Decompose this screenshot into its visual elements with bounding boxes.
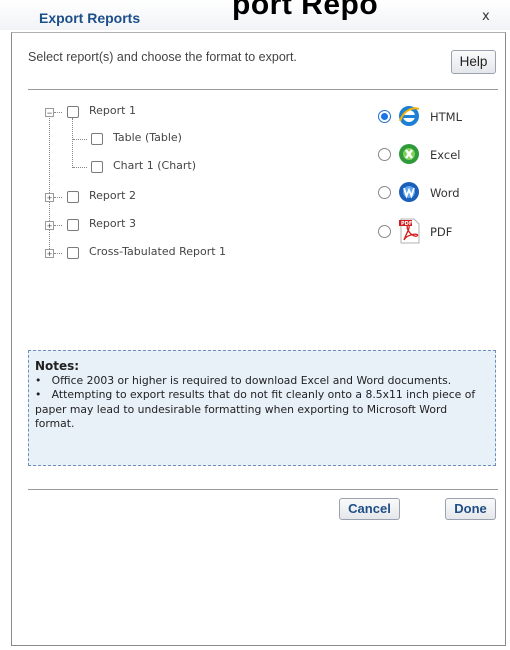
notes-box: Notes: • Office 2003 or higher is requir…	[28, 350, 496, 466]
tree-connector	[73, 167, 87, 168]
notes-item: • Attempting to export results that do n…	[35, 388, 489, 432]
tree-label-cross-tabulated-report-1[interactable]: Cross-Tabulated Report 1	[89, 245, 226, 258]
checkbox-report-2[interactable]	[67, 191, 79, 203]
tree-label-report-2[interactable]: Report 2	[89, 189, 136, 202]
notes-title: Notes:	[35, 359, 80, 373]
tree-connector	[73, 139, 87, 140]
checkbox-report-3[interactable]	[67, 219, 79, 231]
dialog-body	[11, 32, 506, 646]
collapse-icon[interactable]: −	[45, 108, 54, 118]
notes-item-text: Attempting to export results that do not…	[35, 388, 476, 430]
dialog-title: Export Reports	[39, 10, 141, 26]
tree-connector	[49, 118, 50, 253]
tree-connector	[54, 253, 62, 254]
internet-explorer-icon	[399, 106, 420, 126]
format-label-word[interactable]: Word	[430, 186, 460, 200]
format-label-html[interactable]: HTML	[430, 110, 462, 124]
radio-excel[interactable]	[378, 148, 391, 161]
radio-word[interactable]	[378, 186, 391, 199]
bottom-divider	[28, 489, 498, 490]
overlay-banner-text: port Repo	[232, 0, 379, 21]
checkbox-cross-tabulated-report-1[interactable]	[67, 247, 79, 259]
excel-icon	[399, 144, 419, 164]
tree-label-table[interactable]: Table (Table)	[113, 131, 182, 144]
word-icon	[399, 182, 419, 202]
bullet: •	[35, 388, 42, 401]
expand-icon[interactable]: +	[45, 249, 54, 259]
tree-label-report-1[interactable]: Report 1	[89, 104, 136, 117]
tree-label-chart-1[interactable]: Chart 1 (Chart)	[113, 159, 196, 172]
radio-pdf[interactable]	[378, 225, 391, 238]
bullet: •	[35, 373, 42, 387]
top-divider	[28, 89, 498, 90]
checkbox-table[interactable]	[91, 133, 103, 145]
tree-connector	[72, 118, 73, 168]
notes-item: • Office 2003 or higher is required to d…	[35, 374, 489, 389]
checkbox-report-1[interactable]	[67, 106, 79, 118]
radio-html[interactable]	[378, 110, 391, 123]
format-label-pdf[interactable]: PDF	[430, 225, 452, 239]
tree-connector	[54, 112, 62, 113]
done-button[interactable]: Done	[445, 498, 496, 520]
help-button[interactable]: Help	[451, 50, 496, 74]
instruction-text: Select report(s) and choose the format t…	[28, 50, 297, 64]
expand-icon[interactable]: +	[45, 221, 54, 231]
cancel-button[interactable]: Cancel	[339, 498, 400, 520]
checkbox-chart-1[interactable]	[91, 161, 103, 173]
tree-connector	[54, 197, 62, 198]
expand-icon[interactable]: +	[45, 193, 54, 203]
close-button[interactable]: x	[482, 9, 490, 24]
pdf-icon: PDF	[399, 218, 420, 244]
tree-label-report-3[interactable]: Report 3	[89, 217, 136, 230]
format-label-excel[interactable]: Excel	[430, 148, 460, 162]
notes-item-text: Office 2003 or higher is required to dow…	[51, 373, 452, 387]
tree-connector	[54, 225, 62, 226]
